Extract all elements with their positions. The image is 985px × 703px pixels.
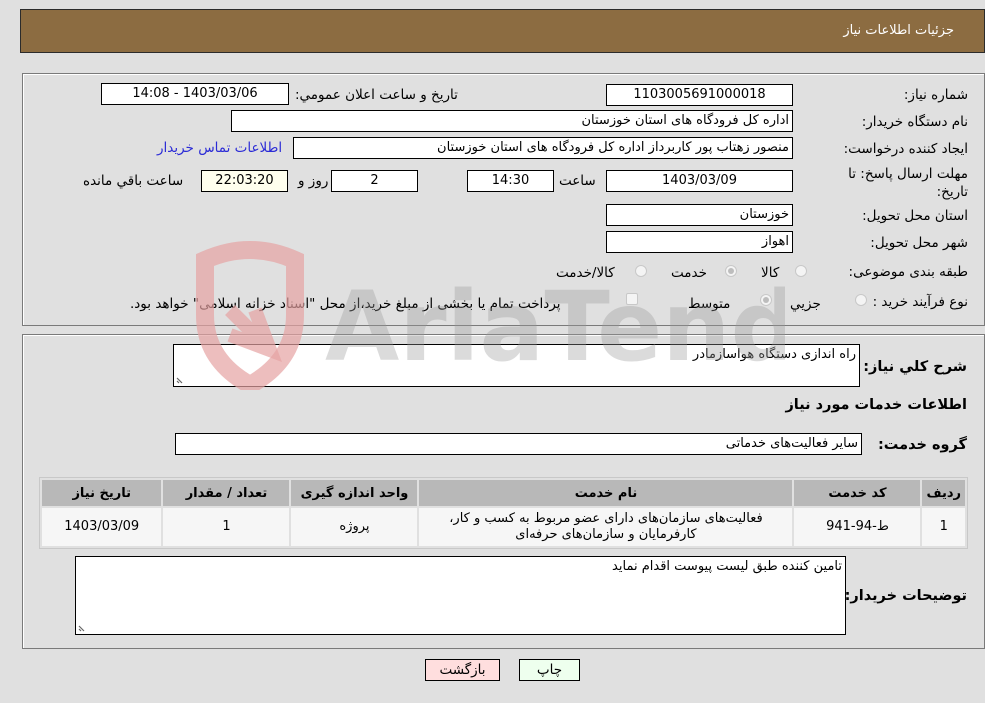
description-label: شرح کلي نياز: — [863, 359, 967, 375]
category-label: طبقه بندی موضوعی: — [848, 264, 968, 280]
purchase-option-minor: جزيي — [790, 296, 821, 312]
deadline-time-field: 14:30 — [467, 170, 554, 192]
services-table: رديف کد خدمت نام خدمت واحد اندازه گيری ت… — [39, 477, 968, 549]
days-remaining-field: 2 — [331, 170, 418, 192]
description-textarea[interactable]: راه اندازی دستگاه هواسازمادر — [173, 344, 860, 387]
service-group-label: گروه خدمت: — [877, 437, 967, 453]
days-label: روز و — [298, 173, 329, 189]
services-heading: اطلاعات خدمات مورد نياز — [785, 397, 967, 413]
category-option-goods: کالا — [761, 265, 780, 281]
page-title: جزئيات اطلاعات نياز — [843, 23, 954, 38]
delivery-province-label: استان محل تحويل: — [862, 208, 968, 224]
deadline-date-field: 1403/03/09 — [606, 170, 793, 192]
col-unit: واحد اندازه گيری — [291, 480, 418, 506]
category-option-service: خدمت — [671, 265, 707, 281]
treasury-checkbox[interactable] — [626, 293, 638, 305]
deadline-label: مهلت ارسال پاسخ: تا تاريخ: — [848, 166, 968, 200]
buyer-notes-text: تامين کننده طبق ليست پيوست اقدام نمايد — [612, 559, 842, 574]
resize-grip-icon[interactable] — [176, 375, 185, 384]
buyer-contact-link[interactable]: اطلاعات تماس خريدار — [157, 140, 282, 156]
category-radio-goods[interactable] — [795, 265, 807, 277]
category-radio-goods-service[interactable] — [635, 265, 647, 277]
treasury-note: پرداخت تمام يا بخشی از مبلغ خريد،از محل … — [130, 296, 561, 312]
buyer-notes-label: توضيحات خريدار: — [844, 588, 967, 604]
col-quantity: تعداد / مقدار — [163, 480, 290, 506]
print-button[interactable]: چاپ — [519, 659, 580, 681]
buyer-notes-textarea[interactable]: تامين کننده طبق ليست پيوست اقدام نمايد — [75, 556, 846, 635]
cell-row: 1 — [922, 508, 965, 546]
announce-datetime-label: تاريخ و ساعت اعلان عمومي: — [295, 87, 458, 103]
need-number-label: شماره نياز: — [903, 87, 968, 103]
col-need-date: تاريخ نياز — [42, 480, 162, 506]
purchase-type-label: نوع فرآيند خريد : — [872, 294, 968, 310]
requester-field: منصور زهتاب پور کاربرداز اداره کل فرودگا… — [293, 137, 793, 159]
delivery-city-field: اهواز — [606, 231, 793, 253]
cell-unit: پروژه — [291, 508, 418, 546]
cell-service-code: ط-94-941 — [794, 508, 921, 546]
delivery-province-field: خوزستان — [606, 204, 793, 226]
purchase-option-medium: متوسط — [688, 296, 731, 312]
deadline-time-label: ساعت — [559, 173, 596, 189]
requester-label: ايجاد کننده درخواست: — [843, 141, 968, 157]
time-remaining-field: 22:03:20 — [201, 170, 288, 192]
category-radio-service[interactable] — [725, 265, 737, 277]
purchase-radio-medium[interactable] — [760, 294, 772, 306]
page-header: جزئيات اطلاعات نياز — [20, 9, 985, 53]
cell-quantity: 1 — [163, 508, 290, 546]
cell-need-date: 1403/03/09 — [42, 508, 162, 546]
buyer-org-label: نام دستگاه خريدار: — [861, 114, 968, 130]
col-service-name: نام خدمت — [419, 480, 793, 506]
table-row: 1 ط-94-941 فعاليت‌های سازمان‌های دارای ع… — [42, 508, 965, 546]
announce-datetime-field: 1403/03/06 - 14:08 — [101, 83, 289, 105]
table-header-row: رديف کد خدمت نام خدمت واحد اندازه گيری ت… — [42, 480, 965, 506]
service-group-field: ساير فعاليت‌های خدماتی — [175, 433, 862, 455]
col-row: رديف — [922, 480, 965, 506]
description-text: راه اندازی دستگاه هواسازمادر — [692, 347, 856, 362]
purchase-radio-minor[interactable] — [855, 294, 867, 306]
col-service-code: کد خدمت — [794, 480, 921, 506]
resize-grip-icon[interactable] — [78, 623, 87, 632]
back-button[interactable]: بازگشت — [425, 659, 500, 681]
delivery-city-label: شهر محل تحويل: — [870, 235, 968, 251]
buyer-org-field: اداره کل فرودگاه های استان خوزستان — [231, 110, 793, 132]
category-option-goods-service: کالا/خدمت — [556, 265, 615, 281]
cell-service-name: فعاليت‌های سازمان‌های دارای عضو مربوط به… — [419, 508, 793, 546]
need-number-field: 1103005691000018 — [606, 84, 793, 106]
time-remaining-label: ساعت باقي مانده — [83, 173, 184, 189]
